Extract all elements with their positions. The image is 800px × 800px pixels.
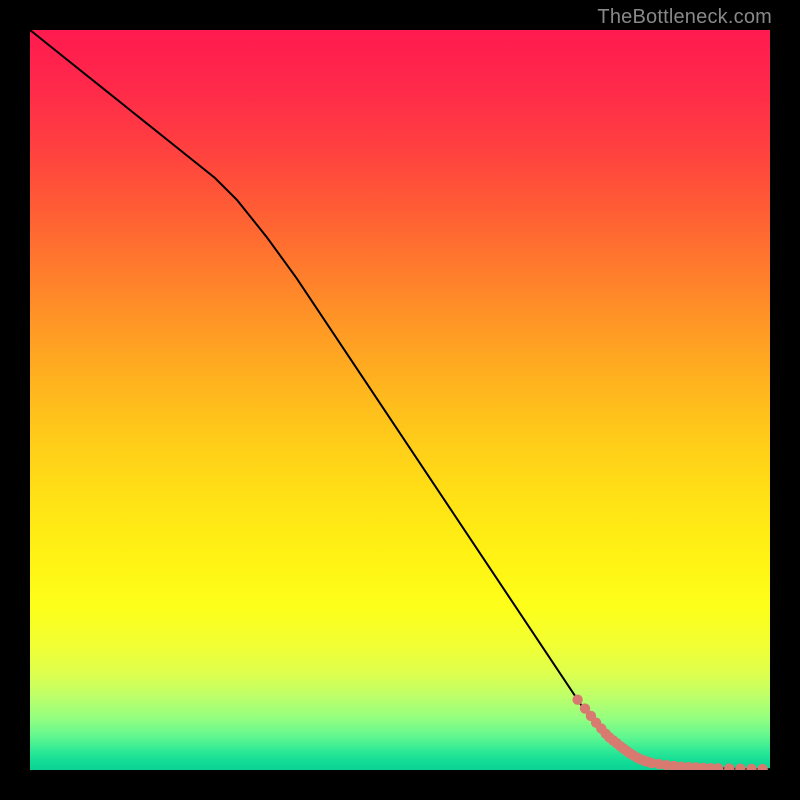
curve-line: [30, 30, 770, 769]
data-point: [735, 764, 745, 770]
chart-plot-area: [30, 30, 770, 770]
data-point: [572, 695, 582, 705]
data-point: [713, 763, 723, 770]
chart-overlay: [30, 30, 770, 770]
data-point: [757, 764, 767, 770]
data-point: [724, 763, 734, 770]
watermark-label: TheBottleneck.com: [597, 6, 772, 29]
data-point: [746, 764, 756, 770]
